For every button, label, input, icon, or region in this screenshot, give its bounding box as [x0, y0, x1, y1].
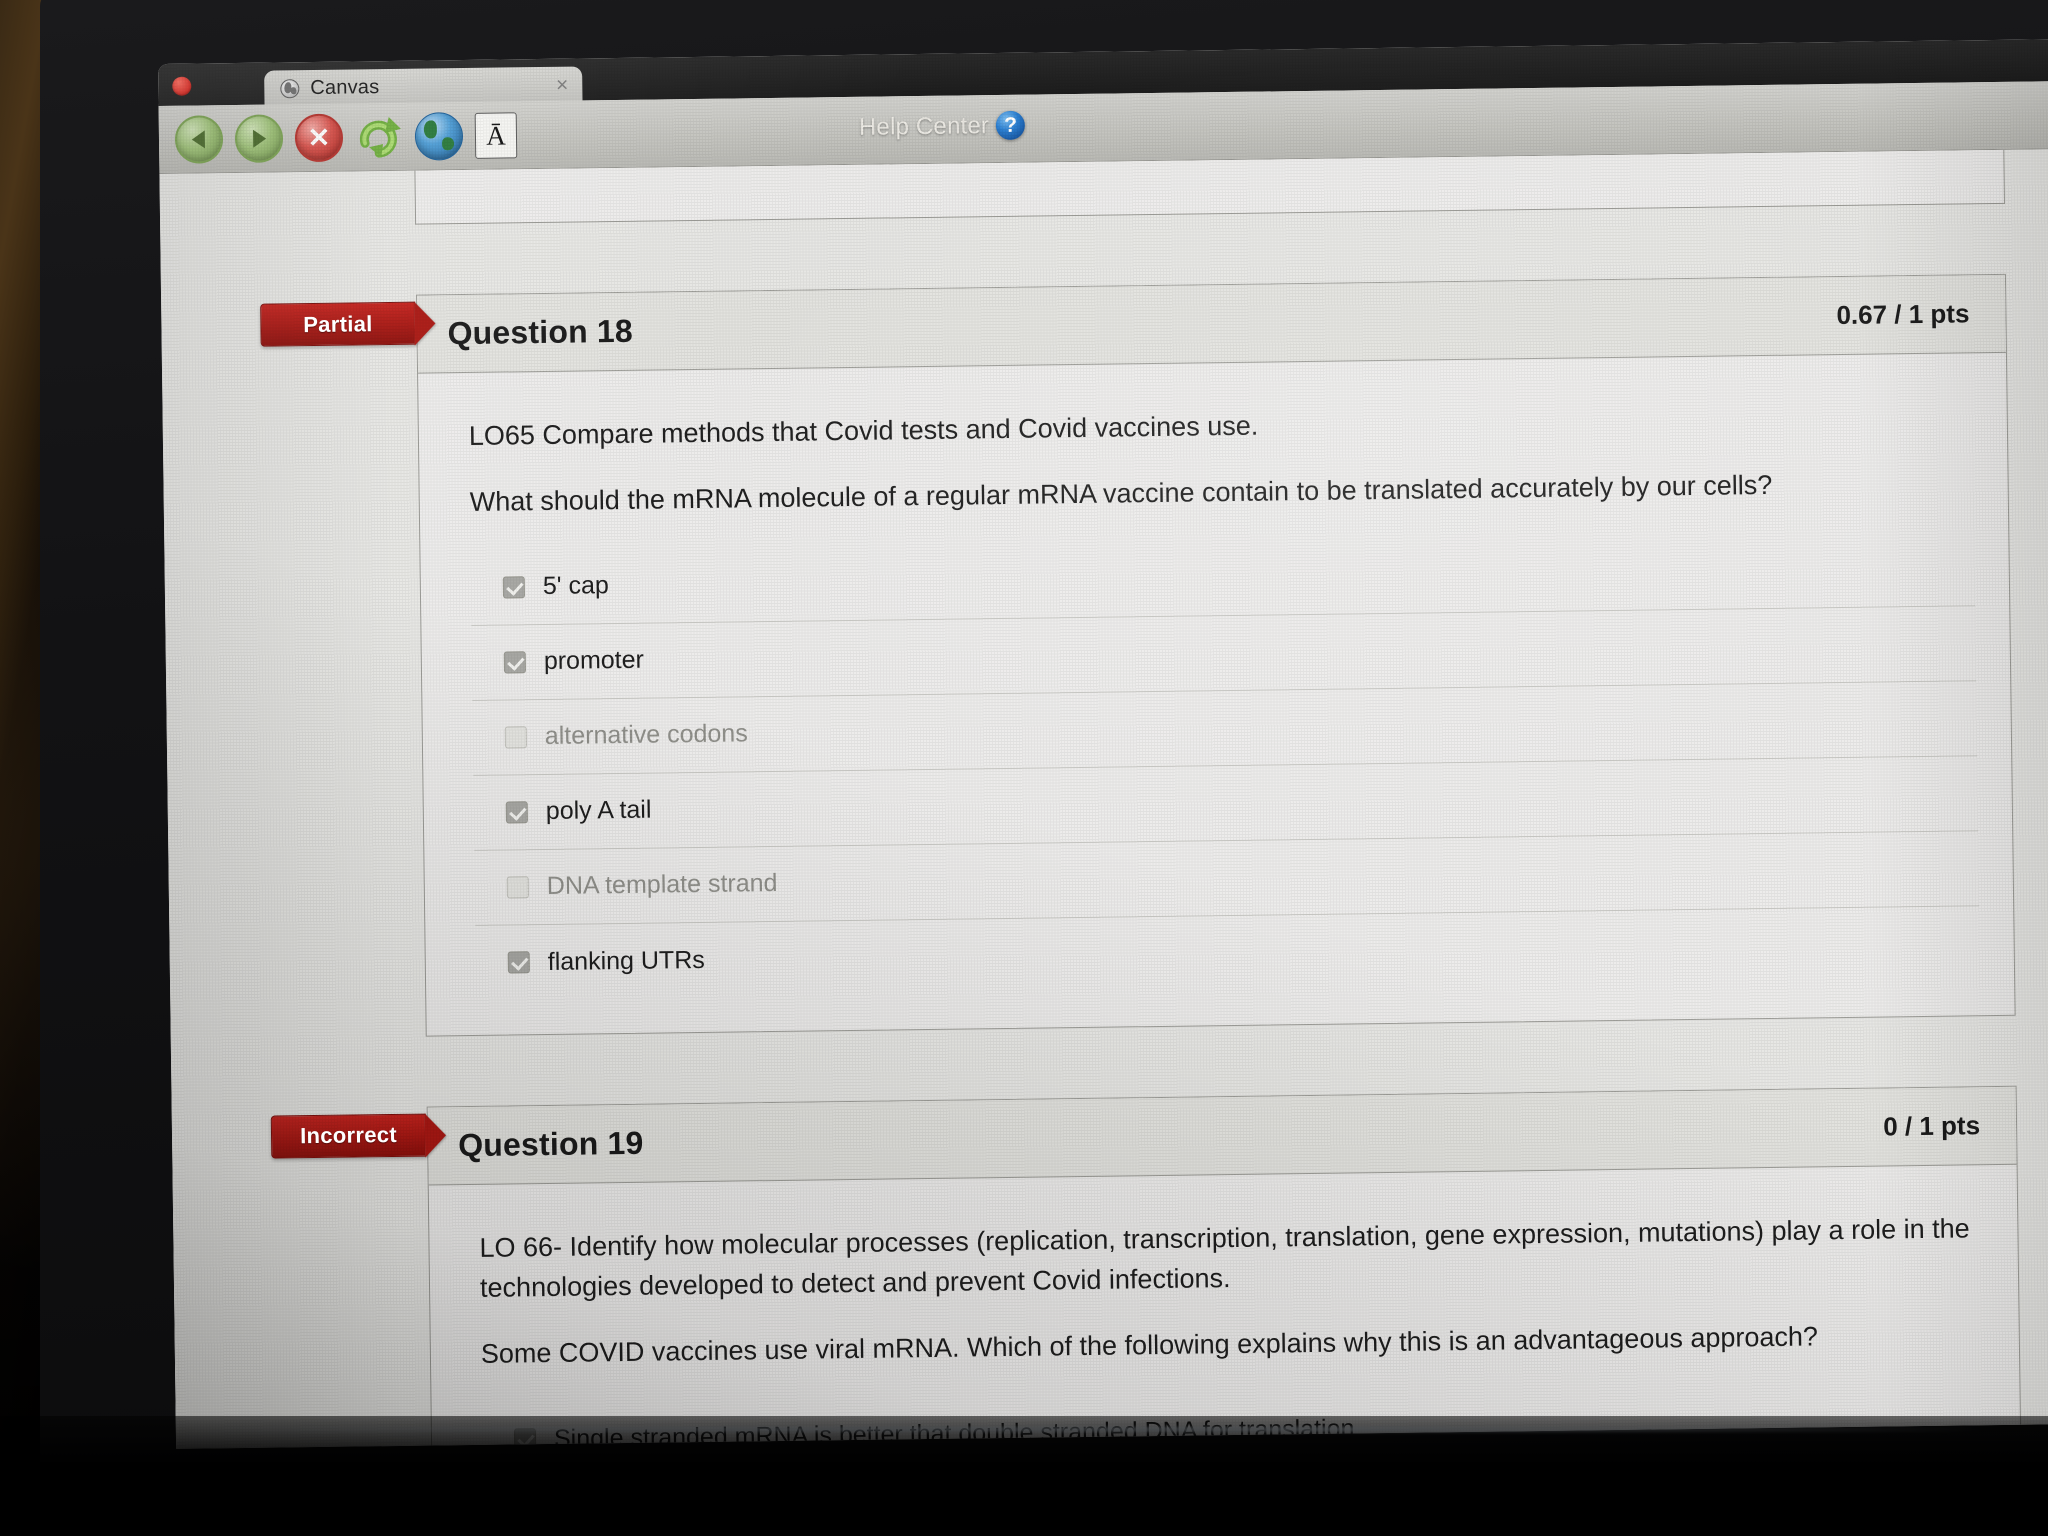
globe-icon: [280, 78, 300, 98]
laptop-screen: Canvas × ✕ Ā Help Center ? Partial Quest…: [158, 38, 2048, 1449]
status-badge: Incorrect: [270, 1113, 427, 1159]
answer-label: poly A tail: [545, 796, 652, 826]
checkbox-checked-icon[interactable]: [502, 576, 526, 599]
question-body: LO65 Compare methods that Covid tests an…: [418, 353, 2015, 1036]
question-points: 0.67 / 1 pts: [1836, 298, 1970, 331]
help-center-link[interactable]: Help Center ?: [858, 110, 1026, 142]
checkbox-checked-icon[interactable]: [507, 951, 530, 974]
checkbox-checked-icon[interactable]: [505, 801, 528, 824]
reload-icon[interactable]: [355, 112, 404, 161]
answer-label: 5' cap: [542, 571, 609, 601]
question-mark-icon: ?: [995, 110, 1026, 141]
content-column: Partial Question 18 0.67 / 1 pts LO65 Co…: [260, 148, 2022, 1449]
answer-label: flanking UTRs: [547, 945, 705, 976]
browser-tab-title: Canvas: [310, 75, 380, 99]
checkbox-checked-icon[interactable]: [513, 1428, 537, 1449]
question-card: Incorrect Question 19 0 / 1 pts LO 66- I…: [270, 1085, 2022, 1449]
globe-home-icon[interactable]: [414, 111, 464, 161]
back-icon[interactable]: [174, 114, 224, 164]
close-icon[interactable]: ×: [552, 73, 573, 96]
question-card: Partial Question 18 0.67 / 1 pts LO65 Co…: [260, 273, 2016, 1037]
laptop-bezel: Canvas × ✕ Ā Help Center ? Partial Quest…: [40, 0, 2048, 1490]
question-prompt-text: Some COVID vaccines use viral mRNA. Whic…: [480, 1321, 1819, 1369]
answer-option[interactable]: Single stranded mRNA is better that doub…: [482, 1383, 1987, 1449]
answer-label: DNA template strand: [546, 869, 778, 901]
answer-list: Single stranded mRNA is better that doub…: [482, 1383, 1987, 1449]
quiz-results-page: Partial Question 18 0.67 / 1 pts LO65 Co…: [159, 148, 2048, 1449]
laptop-photo: Canvas × ✕ Ā Help Center ? Partial Quest…: [0, 0, 2048, 1536]
answer-label: Single stranded mRNA is better that doub…: [553, 1414, 1355, 1449]
question-title: Question 18: [447, 312, 634, 352]
answer-label: alternative codons: [544, 719, 748, 751]
text-size-icon[interactable]: Ā: [474, 111, 518, 159]
question-prompt-text: What should the mRNA molecule of a regul…: [469, 469, 1773, 517]
question-body: LO 66- Identify how molecular processes …: [429, 1165, 2021, 1449]
forward-icon[interactable]: [234, 113, 284, 163]
checkbox-checked-icon[interactable]: [503, 651, 527, 674]
question-objective-text: LO 66- Identify how molecular processes …: [479, 1213, 1970, 1303]
help-center-label: Help Center: [858, 111, 990, 141]
checkbox-unchecked-icon[interactable]: [504, 726, 527, 749]
status-badge: Partial: [260, 301, 416, 347]
checkbox-unchecked-icon[interactable]: [506, 876, 529, 899]
window-close-dot[interactable]: [172, 76, 192, 96]
question-title: Question 19: [457, 1124, 644, 1164]
status-badge-label: Partial: [303, 310, 373, 337]
answer-list: 5' cap promoter alternative codons poly …: [470, 531, 1980, 1001]
status-badge-label: Incorrect: [299, 1122, 398, 1149]
question-points: 0 / 1 pts: [1883, 1110, 1981, 1142]
stop-icon[interactable]: ✕: [294, 113, 344, 162]
answer-label: promoter: [543, 646, 645, 676]
question-objective-text: LO65 Compare methods that Covid tests an…: [468, 410, 1259, 451]
